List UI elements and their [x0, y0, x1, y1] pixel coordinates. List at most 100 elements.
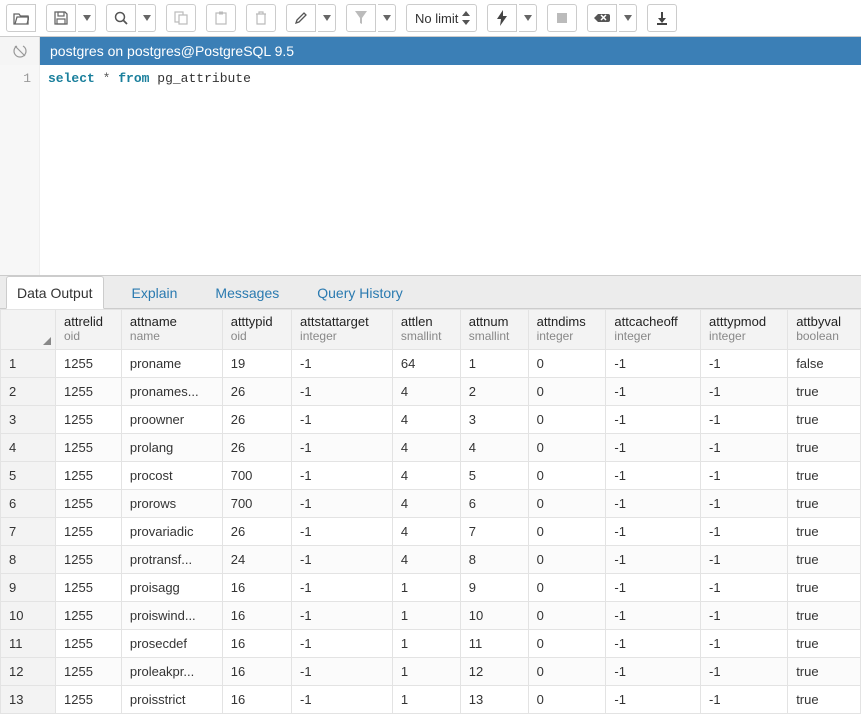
cell[interactable]: -1 — [292, 518, 393, 546]
cell[interactable]: -1 — [701, 490, 788, 518]
cell[interactable]: 26 — [222, 378, 291, 406]
cell[interactable]: 1255 — [56, 630, 122, 658]
cell[interactable]: 16 — [222, 602, 291, 630]
cell[interactable]: 700 — [222, 462, 291, 490]
table-row[interactable]: 81255protransf...24-1480-1-1true — [1, 546, 861, 574]
cell[interactable]: -1 — [606, 462, 701, 490]
cell[interactable]: 3 — [460, 406, 528, 434]
cell[interactable]: true — [788, 686, 861, 714]
cell[interactable]: 13 — [460, 686, 528, 714]
cell[interactable]: 1 — [392, 574, 460, 602]
column-header-attnum[interactable]: attnumsmallint — [460, 310, 528, 350]
cell[interactable]: 11 — [460, 630, 528, 658]
cell[interactable]: -1 — [292, 630, 393, 658]
cell[interactable]: 0 — [528, 378, 606, 406]
cell[interactable]: 16 — [222, 686, 291, 714]
cell[interactable]: -1 — [701, 406, 788, 434]
cell[interactable]: -1 — [292, 574, 393, 602]
tab-query-history[interactable]: Query History — [307, 277, 413, 308]
clear-button[interactable] — [587, 4, 617, 32]
tab-explain[interactable]: Explain — [122, 277, 188, 308]
cell[interactable]: 24 — [222, 546, 291, 574]
open-file-button[interactable] — [6, 4, 36, 32]
cell[interactable]: 1255 — [56, 378, 122, 406]
tab-data-output[interactable]: Data Output — [6, 276, 104, 309]
paste-button[interactable] — [206, 4, 236, 32]
cell[interactable]: 0 — [528, 630, 606, 658]
tab-messages[interactable]: Messages — [205, 277, 289, 308]
cell[interactable]: true — [788, 518, 861, 546]
cell[interactable]: 4 — [392, 378, 460, 406]
table-row[interactable]: 21255pronames...26-1420-1-1true — [1, 378, 861, 406]
cell[interactable]: -1 — [606, 546, 701, 574]
cell[interactable]: true — [788, 630, 861, 658]
cell[interactable]: 16 — [222, 658, 291, 686]
cell[interactable]: 1255 — [56, 546, 122, 574]
cell[interactable]: 4 — [392, 546, 460, 574]
cell[interactable]: 26 — [222, 518, 291, 546]
copy-button[interactable] — [166, 4, 196, 32]
cell[interactable]: 1255 — [56, 350, 122, 378]
cell[interactable]: provariadic — [121, 518, 222, 546]
cell[interactable]: 0 — [528, 574, 606, 602]
cell[interactable]: -1 — [606, 406, 701, 434]
rownum-header[interactable] — [1, 310, 56, 350]
row-number[interactable]: 7 — [1, 518, 56, 546]
cell[interactable]: -1 — [292, 686, 393, 714]
table-row[interactable]: 71255provariadic26-1470-1-1true — [1, 518, 861, 546]
cell[interactable]: 2 — [460, 378, 528, 406]
row-limit-select[interactable]: No limit — [406, 4, 477, 32]
cell[interactable]: -1 — [701, 574, 788, 602]
cell[interactable]: 4 — [392, 434, 460, 462]
row-number[interactable]: 4 — [1, 434, 56, 462]
cell[interactable]: -1 — [292, 490, 393, 518]
clear-dropdown[interactable] — [619, 4, 637, 32]
editor-code[interactable]: select * from pg_attribute — [40, 65, 861, 275]
column-header-attname[interactable]: attnamename — [121, 310, 222, 350]
cell[interactable]: 0 — [528, 686, 606, 714]
cell[interactable]: 1255 — [56, 574, 122, 602]
cell[interactable]: 0 — [528, 490, 606, 518]
row-number[interactable]: 9 — [1, 574, 56, 602]
column-header-attcacheoff[interactable]: attcacheoffinteger — [606, 310, 701, 350]
cell[interactable]: 1255 — [56, 462, 122, 490]
cell[interactable]: -1 — [292, 434, 393, 462]
cell[interactable]: -1 — [701, 518, 788, 546]
cell[interactable]: -1 — [701, 686, 788, 714]
cell[interactable]: -1 — [292, 658, 393, 686]
cell[interactable]: 4 — [392, 518, 460, 546]
cell[interactable]: true — [788, 406, 861, 434]
cell[interactable]: 1255 — [56, 658, 122, 686]
cell[interactable]: proname — [121, 350, 222, 378]
cell[interactable]: 64 — [392, 350, 460, 378]
cell[interactable]: prolang — [121, 434, 222, 462]
cell[interactable]: 1255 — [56, 518, 122, 546]
cell[interactable]: 1 — [392, 658, 460, 686]
cell[interactable]: 19 — [222, 350, 291, 378]
table-row[interactable]: 91255proisagg16-1190-1-1true — [1, 574, 861, 602]
row-number[interactable]: 2 — [1, 378, 56, 406]
cell[interactable]: proisstrict — [121, 686, 222, 714]
cell[interactable]: true — [788, 658, 861, 686]
cell[interactable]: 0 — [528, 546, 606, 574]
cell[interactable]: -1 — [606, 630, 701, 658]
cell[interactable]: 1255 — [56, 406, 122, 434]
cell[interactable]: proiswind... — [121, 602, 222, 630]
column-header-attbyval[interactable]: attbyvalboolean — [788, 310, 861, 350]
cell[interactable]: true — [788, 462, 861, 490]
sql-editor[interactable]: 1 select * from pg_attribute — [0, 65, 861, 275]
cell[interactable]: -1 — [701, 546, 788, 574]
column-header-atttypmod[interactable]: atttypmodinteger — [701, 310, 788, 350]
filter-button[interactable] — [346, 4, 376, 32]
cell[interactable]: 4 — [392, 462, 460, 490]
stop-button[interactable] — [547, 4, 577, 32]
cell[interactable]: 8 — [460, 546, 528, 574]
cell[interactable]: 1 — [460, 350, 528, 378]
row-number[interactable]: 12 — [1, 658, 56, 686]
cell[interactable]: proleakpr... — [121, 658, 222, 686]
cell[interactable]: prosecdef — [121, 630, 222, 658]
download-button[interactable] — [647, 4, 677, 32]
cell[interactable]: -1 — [292, 350, 393, 378]
cell[interactable]: -1 — [701, 350, 788, 378]
cell[interactable]: -1 — [606, 658, 701, 686]
